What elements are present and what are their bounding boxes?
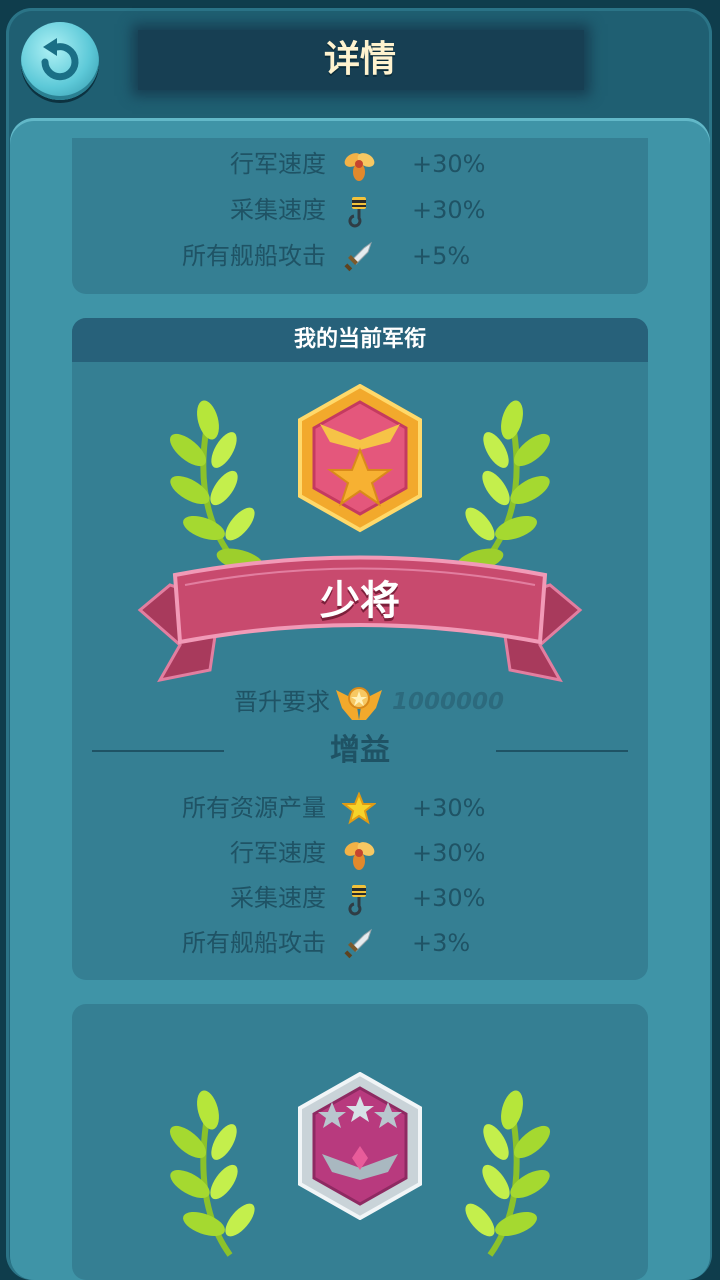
gain-title: 增益: [330, 733, 390, 768]
rank-name: 少将: [320, 578, 400, 624]
propeller-icon: [344, 153, 375, 181]
bonus-value: +5%: [412, 242, 471, 270]
back-arrow-icon: [41, 38, 79, 81]
bonus-row: 行军速度 +30%: [0, 833, 720, 873]
sword-icon: [344, 928, 372, 959]
bonus-row: 采集速度 +30%: [0, 878, 720, 918]
crane-hook-icon: [348, 885, 366, 916]
rank-badge-star-icon: [298, 384, 422, 533]
propeller-icon: [344, 842, 375, 870]
star-icon: [342, 792, 376, 825]
bonus-label: 所有舰船攻击: [182, 929, 326, 957]
bonus-label: 所有舰船攻击: [182, 242, 326, 270]
bonus-row: 采集速度 +30%: [0, 190, 720, 230]
bonus-label: 采集速度: [230, 884, 326, 912]
divider-left: [92, 750, 224, 752]
bonus-value: +30%: [412, 839, 486, 867]
bonus-row: 所有舰船攻击 +3%: [0, 923, 720, 963]
bonus-label: 所有资源产量: [182, 794, 326, 822]
back-button[interactable]: [21, 22, 99, 100]
rank-badge-three-stars-icon: [298, 1072, 422, 1220]
divider-right: [496, 750, 628, 752]
page-title: 详情: [323, 39, 396, 80]
bonus-row: 所有资源产量 +30%: [0, 788, 720, 828]
bonus-value: +30%: [412, 196, 486, 224]
bonus-label: 行军速度: [230, 839, 326, 867]
sword-icon: [344, 241, 372, 272]
wings-emblem-icon: [336, 687, 382, 720]
current-rank-header: 我的当前军衔: [72, 318, 648, 362]
promotion-value: 1000000: [392, 689, 505, 715]
bonus-value: +3%: [412, 929, 471, 957]
bonus-row: 行军速度 +30%: [0, 144, 720, 184]
bonus-value: +30%: [412, 150, 486, 178]
bonus-row: 所有舰船攻击 +5%: [0, 236, 720, 276]
bonus-label: 采集速度: [230, 196, 326, 224]
bonus-label: 行军速度: [230, 150, 326, 178]
bonus-value: +30%: [412, 794, 486, 822]
crane-hook-icon: [348, 197, 366, 228]
bonus-value: +30%: [412, 884, 486, 912]
promotion-label: 晋升要求: [234, 688, 330, 716]
